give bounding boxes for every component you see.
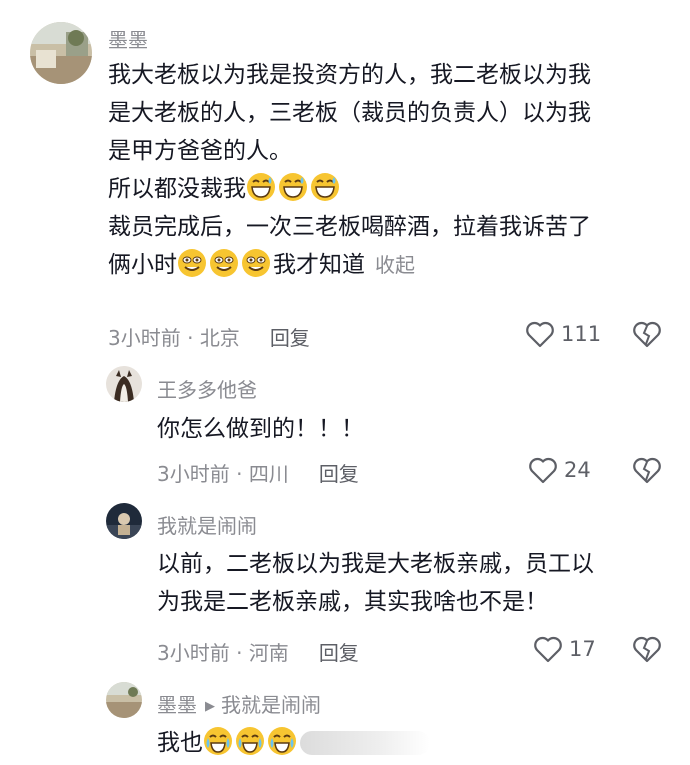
like-button[interactable]: 17: [533, 635, 596, 663]
squinting-smile-emoji: [241, 248, 271, 278]
comment-meta: 3小时前 · 北京 回复: [108, 326, 310, 350]
blurred-overlay: [300, 731, 430, 755]
comment-line: 是甲方爸爸的人。: [108, 138, 292, 164]
comment-username[interactable]: 我就是闹闹: [157, 510, 257, 539]
reply-button[interactable]: 回复: [270, 326, 310, 350]
comment-line: 我大老板以为我是投资方的人，我二老板以为我: [108, 62, 591, 88]
reply-author[interactable]: 墨墨: [157, 693, 197, 717]
crying-emoji: [203, 726, 233, 756]
comment-username[interactable]: 王多多他爸: [157, 374, 257, 403]
comment-time: 3小时前: [108, 326, 181, 350]
like-count: 17: [569, 637, 596, 661]
collapse-link[interactable]: 收起: [375, 253, 415, 277]
heart-outline-icon: [526, 321, 554, 348]
comment-line-text: 我也: [157, 730, 203, 756]
heart-outline-icon: [529, 457, 557, 484]
broken-heart-icon[interactable]: [632, 456, 662, 484]
like-button[interactable]: 24: [528, 456, 591, 484]
triangle-right-icon: ▶: [205, 699, 215, 714]
comment-time: 3小时前: [157, 641, 230, 665]
comment-line: 以前，二老板以为我是大老板亲戚，员工以: [157, 551, 594, 577]
grinning-sweat-emoji: [246, 172, 276, 202]
reply-button[interactable]: 回复: [319, 462, 359, 486]
comment-line: 俩小时 我才知道 收起: [108, 246, 591, 284]
avatar[interactable]: [106, 503, 142, 539]
reply-target[interactable]: 我就是闹闹: [221, 693, 321, 717]
comment-body: 以前，二老板以为我是大老板亲戚，员工以 为我是二老板亲戚，其实我啥也不是！: [157, 545, 594, 621]
comment-username: 墨墨 ▶ 我就是闹闹: [157, 689, 321, 718]
crying-emoji: [235, 726, 265, 756]
comment-line: 所以都没裁我: [108, 170, 591, 208]
comment-meta: 3小时前 · 河南 回复: [157, 641, 359, 665]
comment-line: 我也: [157, 724, 299, 762]
squinting-smile-emoji: [177, 248, 207, 278]
comment-meta: 3小时前 · 四川 回复: [157, 462, 359, 486]
comment-location: 北京: [199, 326, 240, 350]
comment-line: 裁员完成后，一次三老板喝醉酒，拉着我诉苦了: [108, 214, 591, 240]
comment-line-text: 所以都没裁我: [108, 176, 246, 202]
like-count: 111: [561, 322, 602, 346]
comment-line: 你怎么做到的！！！: [157, 416, 364, 442]
comment-line-text: 我才知道: [273, 252, 365, 278]
comment-location: 河南: [248, 641, 289, 665]
comment-time: 3小时前: [157, 462, 230, 486]
squinting-smile-emoji: [209, 248, 239, 278]
comment-body: 你怎么做到的！！！: [157, 410, 364, 448]
heart-outline-icon: [534, 636, 562, 663]
avatar[interactable]: [106, 682, 142, 718]
broken-heart-icon[interactable]: [632, 320, 662, 348]
like-count: 24: [564, 458, 591, 482]
comment-location: 四川: [248, 462, 289, 486]
avatar[interactable]: [106, 366, 142, 402]
crying-emoji: [267, 726, 297, 756]
comment-line-text: 俩小时: [108, 252, 177, 278]
comment-line: 是大老板的人，三老板（裁员的负责人）以为我: [108, 100, 591, 126]
reply-button[interactable]: 回复: [319, 641, 359, 665]
comment-username[interactable]: 墨墨: [108, 24, 148, 53]
broken-heart-icon[interactable]: [632, 635, 662, 663]
avatar[interactable]: [30, 22, 92, 84]
like-button[interactable]: 111: [525, 320, 601, 348]
comment-line: 为我是二老板亲戚，其实我啥也不是！: [157, 589, 548, 615]
comment-body: 我也: [157, 724, 299, 762]
comment-body: 我大老板以为我是投资方的人，我二老板以为我 是大老板的人，三老板（裁员的负责人）…: [108, 56, 591, 284]
grinning-sweat-emoji: [310, 172, 340, 202]
grinning-sweat-emoji: [278, 172, 308, 202]
